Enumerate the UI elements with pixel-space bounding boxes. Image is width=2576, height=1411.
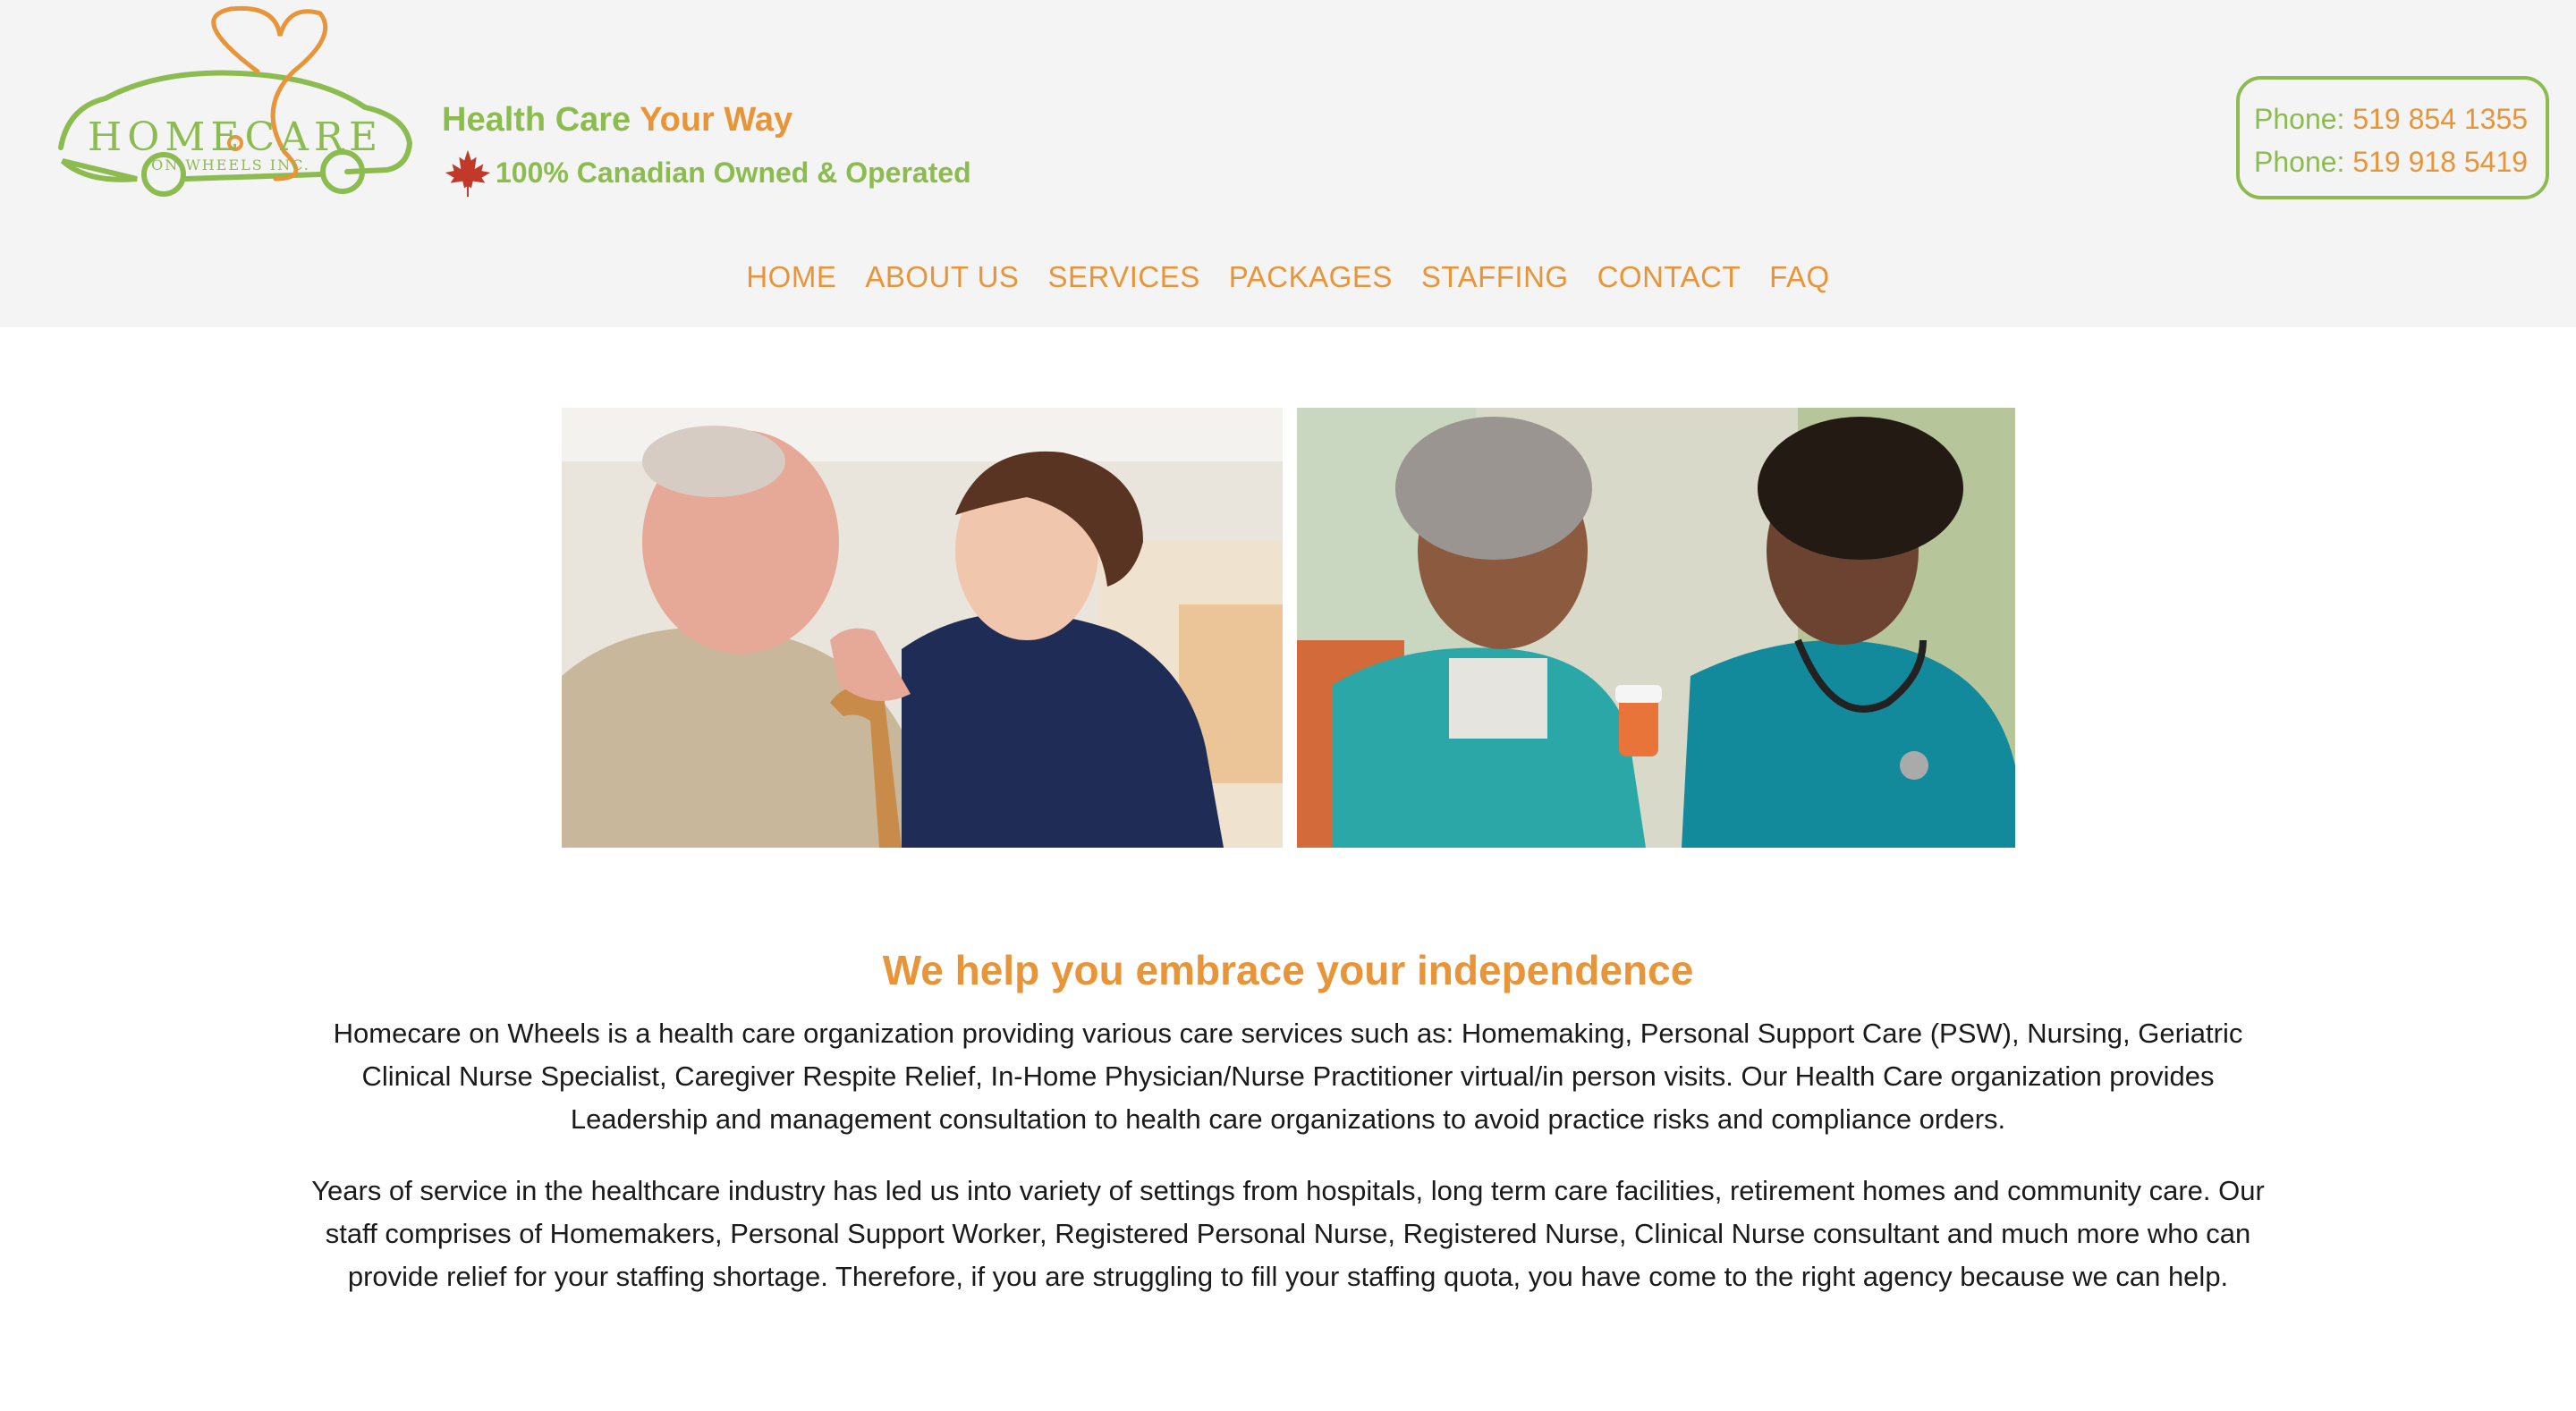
nav-services[interactable]: SERVICES bbox=[1047, 254, 1199, 300]
photo-nurse-with-elderly-woman bbox=[1297, 408, 2015, 848]
intro-paragraph-1: Homecare on Wheels is a health care orga… bbox=[333, 1018, 2243, 1135]
page: HOMECARE ON WHEELS INC. Health Care Your… bbox=[0, 0, 2576, 1411]
nav-contact[interactable]: CONTACT bbox=[1597, 254, 1741, 300]
phone-line-2[interactable]: Phone: 519 918 5419 bbox=[2254, 140, 2546, 183]
intro-headline: We help you embrace your independence bbox=[882, 947, 1694, 993]
svg-text:HOMECARE: HOMECARE bbox=[88, 114, 383, 160]
intro-section: We help you embrace your independence Ho… bbox=[295, 939, 2281, 1298]
tagline-part1: Health Care bbox=[442, 101, 631, 139]
intro-paragraph-2: Years of service in the healthcare indus… bbox=[311, 1175, 2265, 1292]
photo-caregiver-with-elderly-man bbox=[562, 408, 1283, 848]
phone-label: Phone: bbox=[2254, 103, 2345, 135]
nav-about-us[interactable]: ABOUT US bbox=[865, 254, 1019, 300]
nav-faq[interactable]: FAQ bbox=[1769, 254, 1830, 300]
maple-leaf-icon bbox=[445, 149, 491, 198]
phone-number[interactable]: 519 918 5419 bbox=[2352, 146, 2528, 178]
phone-box: Phone: 519 854 1355 Phone: 519 918 5419 bbox=[2236, 76, 2549, 199]
tagline: Health Care Your Way 100% Canadian Owned… bbox=[442, 98, 971, 199]
nav-packages[interactable]: PACKAGES bbox=[1229, 254, 1393, 300]
nav-home[interactable]: HOME bbox=[746, 254, 836, 300]
phone-line-1[interactable]: Phone: 519 854 1355 bbox=[2254, 97, 2546, 140]
phone-number[interactable]: 519 854 1355 bbox=[2352, 103, 2528, 135]
svg-text:ON WHEELS INC.: ON WHEELS INC. bbox=[151, 156, 310, 173]
tagline-heading: Health Care Your Way bbox=[442, 98, 971, 141]
tagline-canadian: 100% Canadian Owned & Operated bbox=[442, 147, 971, 199]
logo-graphic: HOMECARE ON WHEELS INC. bbox=[58, 5, 413, 197]
canadian-owned-text: 100% Canadian Owned & Operated bbox=[496, 156, 971, 189]
tagline-part2: Your Way bbox=[640, 101, 793, 139]
site-header: HOMECARE ON WHEELS INC. Health Care Your… bbox=[0, 0, 2576, 327]
homecare-logo[interactable]: HOMECARE ON WHEELS INC. bbox=[52, 0, 419, 206]
main-nav: HOME ABOUT US SERVICES PACKAGES STAFFING… bbox=[0, 254, 2576, 300]
nav-staffing[interactable]: STAFFING bbox=[1421, 254, 1569, 300]
phone-label: Phone: bbox=[2254, 146, 2345, 178]
